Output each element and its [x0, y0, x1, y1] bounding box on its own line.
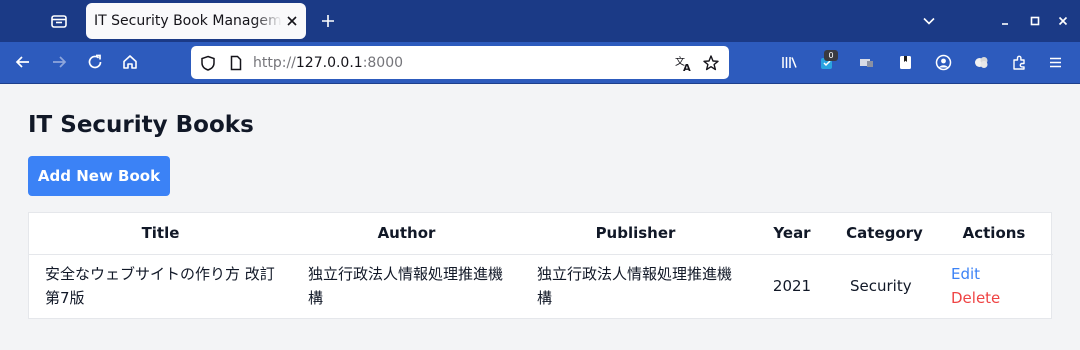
toolbar-divider: [0, 83, 1080, 84]
edit-link[interactable]: Edit: [951, 262, 1037, 286]
url-port: :8000: [362, 55, 404, 71]
book-year-cell: 2021: [772, 277, 812, 296]
container-icon[interactable]: [857, 53, 876, 72]
page-title: IT Security Books: [28, 112, 254, 138]
menu-icon[interactable]: [1046, 53, 1065, 72]
column-header-title: Title: [29, 213, 292, 255]
navigation-bar: http://127.0.0.1:8000 文A 0: [0, 42, 1080, 83]
extensions-icon[interactable]: [1010, 53, 1029, 72]
table-header-row: Title Author Publisher Year Category Act…: [29, 213, 1053, 255]
url-prefix: http://: [253, 55, 296, 71]
home-icon[interactable]: [120, 52, 140, 72]
back-arrow-icon[interactable]: [13, 52, 33, 72]
puzzle-extension-icon[interactable]: [972, 53, 991, 72]
book-author-cell: 独立行政法人情報処理推進機構: [308, 265, 504, 308]
delete-link[interactable]: Delete: [951, 286, 1037, 310]
account-icon[interactable]: [934, 53, 953, 72]
bookmark-icon[interactable]: [896, 53, 915, 72]
tab-title: IT Security Book Management: [94, 13, 282, 29]
star-icon[interactable]: [702, 54, 720, 72]
minimize-icon[interactable]: [996, 12, 1014, 30]
window-close-icon[interactable]: [1054, 12, 1072, 30]
url-bar[interactable]: http://127.0.0.1:8000 文A: [191, 46, 729, 79]
library-icon[interactable]: [780, 53, 799, 72]
maximize-icon[interactable]: [1026, 12, 1044, 30]
svg-text:A: A: [683, 63, 691, 72]
forward-arrow-icon[interactable]: [49, 52, 69, 72]
book-title-cell: 安全なウェブサイトの作り方 改訂第7版: [45, 265, 275, 308]
url-host: 127.0.0.1: [295, 55, 363, 71]
column-header-category: Category: [834, 213, 935, 255]
column-header-publisher: Publisher: [521, 213, 750, 255]
chevron-down-icon[interactable]: [920, 12, 938, 30]
books-table: Title Author Publisher Year Category Act…: [28, 212, 1053, 319]
tab-bar: IT Security Book Management: [0, 0, 1080, 42]
plus-icon[interactable]: [318, 11, 338, 31]
table-row: 安全なウェブサイトの作り方 改訂第7版 独立行政法人情報処理推進機構 独立行政法…: [29, 254, 1053, 318]
browser-tab[interactable]: IT Security Book Management: [86, 3, 306, 39]
column-header-author: Author: [292, 213, 521, 255]
tab-list-icon[interactable]: [48, 10, 70, 32]
extension-badge-count: 0: [824, 50, 838, 61]
book-actions-cell: Edit Delete: [935, 254, 1053, 318]
column-header-actions: Actions: [935, 213, 1053, 255]
url-text[interactable]: http://127.0.0.1:8000: [253, 55, 403, 71]
book-category-cell: Security: [850, 277, 912, 296]
translate-icon[interactable]: 文A: [674, 54, 692, 74]
add-new-book-button[interactable]: Add New Book: [28, 156, 170, 196]
book-publisher-cell: 独立行政法人情報処理推進機構: [537, 265, 733, 308]
page-icon[interactable]: [227, 54, 245, 72]
reload-icon[interactable]: [85, 52, 105, 72]
close-icon[interactable]: [284, 13, 300, 29]
shield-icon[interactable]: [199, 54, 217, 72]
column-header-year: Year: [750, 213, 834, 255]
